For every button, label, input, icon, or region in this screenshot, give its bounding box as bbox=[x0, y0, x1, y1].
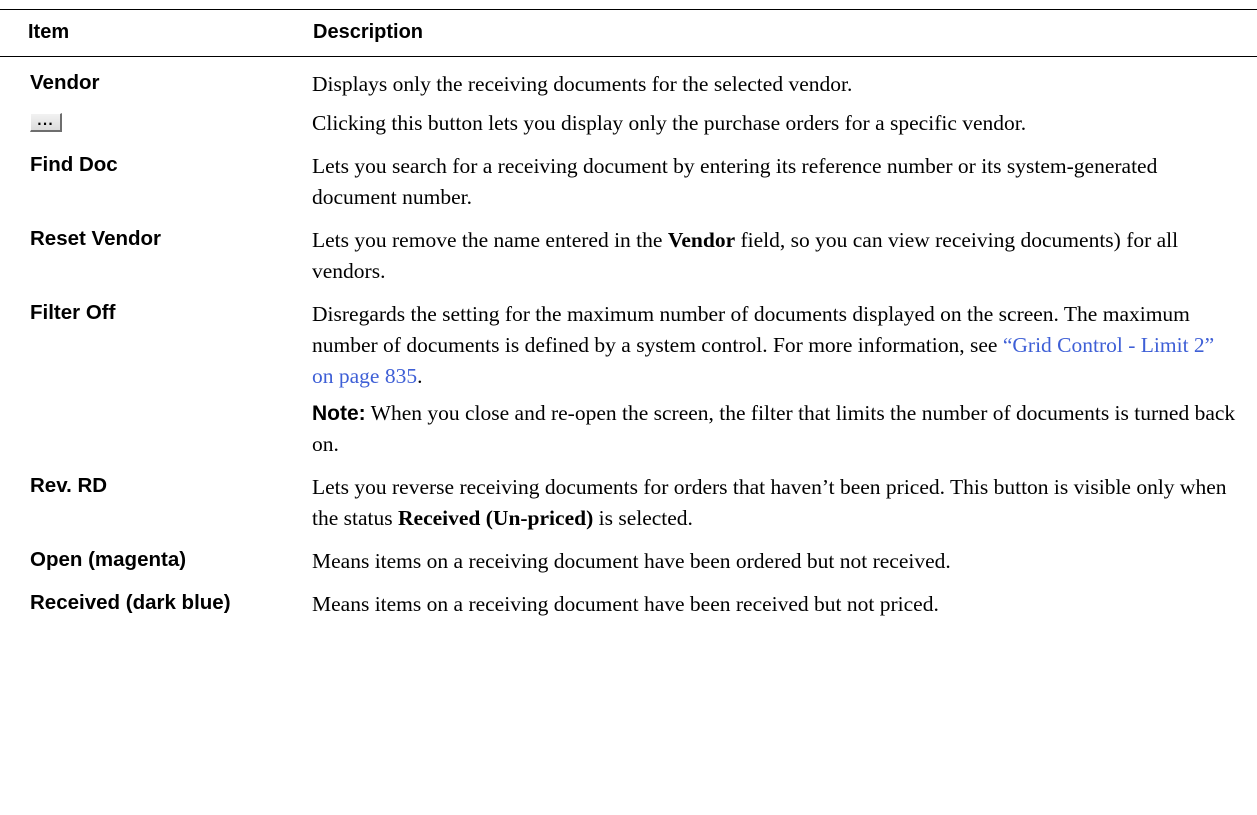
note-label: Note: bbox=[312, 402, 366, 425]
desc-text: Lets you remove the name entered in the bbox=[312, 228, 668, 252]
desc-bold-vendor: Vendor bbox=[667, 228, 736, 252]
desc-bold-status: Received (Un-priced) bbox=[398, 506, 594, 530]
desc-text: . bbox=[417, 364, 423, 388]
row-item-open: Open (magenta) bbox=[30, 548, 187, 571]
row-item-received: Received (dark blue) bbox=[30, 591, 231, 614]
row-item-rev-rd: Rev. RD bbox=[30, 474, 108, 497]
table-row: Note: When you close and re-open the scr… bbox=[0, 398, 1257, 472]
table-row: Rev. RD Lets you reverse receiving docum… bbox=[0, 472, 1257, 546]
row-desc-filter-off: Disregards the setting for the maximum n… bbox=[311, 299, 1257, 398]
row-desc-find-doc: Lets you search for a receiving document… bbox=[312, 154, 1158, 209]
row-desc-rev-rd: Lets you reverse receiving documents for… bbox=[311, 472, 1257, 546]
table-row: Open (magenta) Means items on a receivin… bbox=[0, 546, 1257, 589]
row-item-vendor: Vendor bbox=[30, 71, 100, 94]
row-item-filter-off: Filter Off bbox=[30, 301, 116, 324]
row-desc-dots: Clicking this button lets you display on… bbox=[312, 111, 1027, 135]
table-row: Vendor Displays only the receiving docum… bbox=[0, 57, 1257, 108]
row-desc-vendor: Displays only the receiving documents fo… bbox=[312, 72, 853, 96]
column-header-description: Description bbox=[311, 9, 1257, 57]
item-description-table: Item Description Vendor Displays only th… bbox=[0, 9, 1257, 620]
column-header-item: Item bbox=[0, 9, 311, 57]
table-row: Find Doc Lets you search for a receiving… bbox=[0, 151, 1257, 225]
table-row: ··· Clicking this button lets you displa… bbox=[0, 107, 1257, 151]
ellipsis-button-icon: ··· bbox=[30, 113, 62, 132]
table-row: Received (dark blue) Means items on a re… bbox=[0, 589, 1257, 620]
note-text: When you close and re-open the screen, t… bbox=[312, 401, 1236, 456]
table-row: Filter Off Disregards the setting for th… bbox=[0, 299, 1257, 398]
row-desc-reset-vendor: Lets you remove the name entered in the … bbox=[311, 225, 1257, 299]
row-item-dots: ··· bbox=[0, 107, 311, 151]
note-paragraph: Note: When you close and re-open the scr… bbox=[311, 398, 1257, 472]
row-item-reset-vendor: Reset Vendor bbox=[30, 227, 162, 250]
row-desc-open: Means items on a receiving document have… bbox=[312, 549, 951, 573]
row-item-find-doc: Find Doc bbox=[30, 153, 118, 176]
ellipsis-glyph: ··· bbox=[37, 117, 54, 131]
desc-text: is selected. bbox=[593, 506, 693, 530]
table-row: Reset Vendor Lets you remove the name en… bbox=[0, 225, 1257, 299]
table-header-row: Item Description bbox=[0, 9, 1257, 57]
row-desc-received: Means items on a receiving document have… bbox=[312, 592, 939, 616]
